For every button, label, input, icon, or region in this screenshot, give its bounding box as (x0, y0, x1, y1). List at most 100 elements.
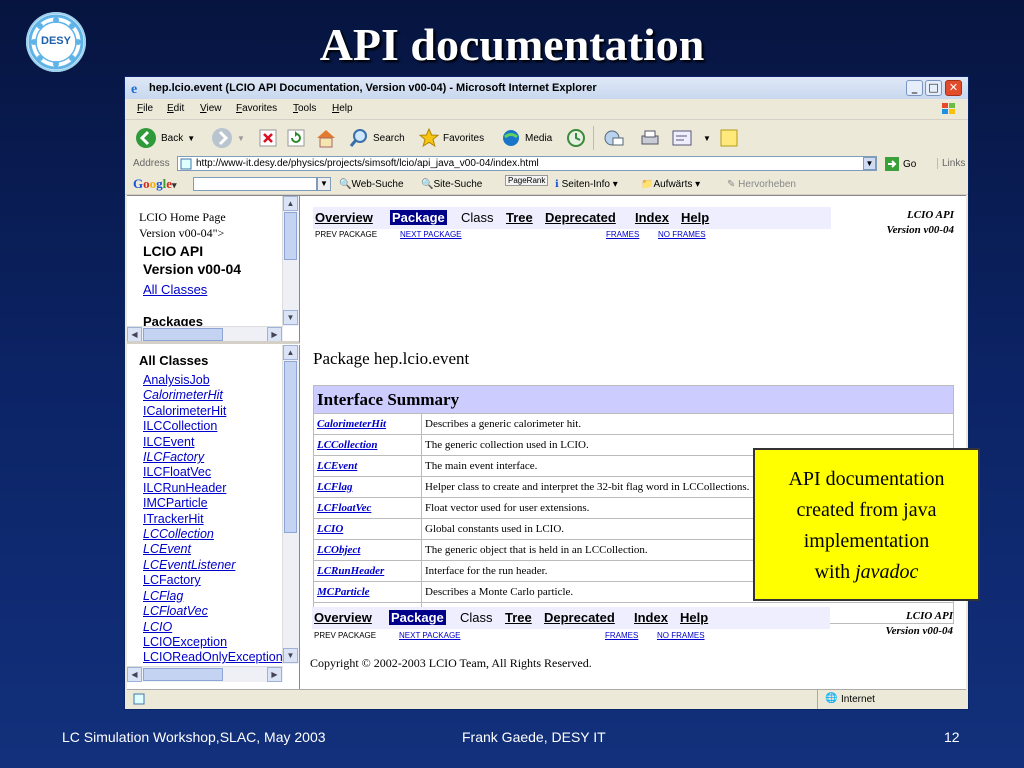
minimize-button[interactable]: _ (906, 80, 923, 96)
class-list-item[interactable]: ILCCollection (143, 419, 283, 434)
site-search-button[interactable]: 🔍Site-Suche (421, 179, 482, 190)
class-list-item[interactable]: ILCEvent (143, 435, 283, 450)
interface-link[interactable]: LCFloatVec (313, 497, 422, 519)
nav-overview-link-bottom[interactable]: Overview (314, 610, 372, 625)
nav-help-link-bottom[interactable]: Help (680, 610, 708, 625)
interface-link[interactable]: LCRunHeader (313, 560, 422, 582)
class-list-item[interactable]: LCFactory (143, 573, 283, 588)
mail-icon[interactable] (603, 128, 625, 148)
nav-overview-link[interactable]: Overview (315, 210, 373, 225)
home-icon[interactable] (315, 128, 337, 148)
scroll-left-icon[interactable]: ◀ (127, 667, 142, 682)
class-list-item[interactable]: ILCRunHeader (143, 481, 283, 496)
edit-icon[interactable] (671, 128, 697, 148)
page-info-button[interactable]: ℹ Seiten-Info ▾ (555, 179, 618, 190)
interface-link[interactable]: CalorimeterHit (313, 413, 422, 435)
google-logo[interactable]: Google▾ (133, 176, 177, 192)
edit-dropdown-icon[interactable]: ▼ (703, 134, 711, 143)
refresh-icon[interactable] (287, 128, 305, 148)
highlight-button[interactable]: ✎ Hervorheben (727, 179, 796, 190)
links-button[interactable]: Links (937, 158, 965, 169)
class-list-item[interactable]: ITrackerHit (143, 512, 283, 527)
class-list-vertical-scrollbar[interactable]: ▲ ▼ (282, 345, 299, 664)
address-input[interactable]: http://www-it.desy.de/physics/projects/s… (177, 156, 877, 171)
interface-link[interactable]: LCObject (313, 539, 422, 561)
interface-link[interactable]: MCParticle (313, 581, 422, 603)
pagerank-indicator[interactable]: PageRank (505, 175, 549, 186)
interface-link[interactable]: LCFlag (313, 476, 422, 498)
google-search-dropdown-icon[interactable]: ▼ (317, 177, 331, 191)
print-icon[interactable] (639, 128, 661, 148)
nav-tree-link[interactable]: Tree (506, 210, 533, 225)
scroll-right-icon[interactable]: ▶ (267, 667, 282, 682)
class-list-horizontal-scrollbar[interactable]: ◀ ▶ (127, 666, 283, 682)
interface-link[interactable]: LCCollection (313, 434, 422, 456)
google-search-input[interactable] (193, 177, 317, 191)
close-button[interactable]: ✕ (945, 80, 962, 96)
frames-link[interactable]: FRAMES (606, 230, 639, 239)
scroll-left-icon[interactable]: ◀ (127, 327, 142, 341)
nav-help-link[interactable]: Help (681, 210, 709, 225)
class-list-item[interactable]: AnalysisJob (143, 373, 283, 388)
back-dropdown-icon[interactable]: ▼ (187, 134, 195, 143)
scroll-up-icon[interactable]: ▲ (283, 345, 298, 360)
class-list-item[interactable]: ICalorimeterHit (143, 404, 283, 419)
nav-deprecated-link[interactable]: Deprecated (545, 210, 616, 225)
class-list-item[interactable]: LCIOException (143, 635, 283, 650)
up-button[interactable]: 📁Aufwärts ▾ (641, 179, 700, 190)
scroll-up-icon[interactable]: ▲ (283, 196, 298, 211)
stop-icon[interactable] (259, 128, 277, 148)
class-list-item[interactable]: LCIO (143, 620, 283, 635)
scroll-down-icon[interactable]: ▼ (283, 310, 298, 325)
next-package-link[interactable]: NEXT PACKAGE (400, 230, 462, 239)
hscroll-thumb[interactable] (143, 328, 223, 341)
maximize-button[interactable]: □ (925, 80, 942, 96)
class-list-item[interactable]: LCIOReadOnlyException (143, 650, 283, 665)
menu-view[interactable]: View (200, 103, 222, 114)
class-list-item[interactable]: LCFloatVec (143, 604, 283, 619)
nav-index-link-bottom[interactable]: Index (634, 610, 668, 625)
hscroll-thumb[interactable] (143, 668, 223, 681)
nav-tree-link-bottom[interactable]: Tree (505, 610, 532, 625)
forward-button[interactable]: ▼ (211, 128, 245, 148)
menu-file[interactable]: File (137, 103, 153, 114)
class-list-item[interactable]: LCEventListener (143, 558, 283, 573)
web-search-button[interactable]: 🔍Web-Suche (339, 179, 404, 190)
menu-help[interactable]: Help (332, 103, 353, 114)
class-list-item[interactable]: IMCParticle (143, 496, 283, 511)
back-button[interactable]: Back ▼ (135, 128, 195, 148)
all-classes-link[interactable]: All Classes (143, 282, 207, 297)
class-list-item[interactable]: ILCFloatVec (143, 465, 283, 480)
note-icon[interactable] (719, 128, 739, 148)
package-list-horizontal-scrollbar[interactable]: ◀ ▶ (127, 326, 283, 341)
address-dropdown-icon[interactable]: ▼ (863, 157, 876, 170)
class-list-item[interactable]: LCEvent (143, 542, 283, 557)
next-package-link-bottom[interactable]: NEXT PACKAGE (399, 631, 461, 640)
frames-link-bottom[interactable]: FRAMES (605, 631, 638, 640)
menu-edit[interactable]: Edit (167, 103, 184, 114)
forward-dropdown-icon[interactable]: ▼ (237, 134, 245, 143)
no-frames-link[interactable]: NO FRAMES (658, 230, 706, 239)
scroll-down-icon[interactable]: ▼ (283, 648, 298, 663)
menu-tools[interactable]: Tools (293, 103, 316, 114)
favorites-button[interactable]: Favorites (419, 128, 484, 148)
interface-link[interactable]: LCEvent (313, 455, 422, 477)
history-icon[interactable] (565, 128, 587, 148)
media-button[interactable]: Media (501, 128, 552, 148)
nav-index-link[interactable]: Index (635, 210, 669, 225)
search-button[interactable]: Search (349, 128, 405, 148)
go-button[interactable]: Go (885, 157, 916, 171)
package-list-vertical-scrollbar[interactable]: ▲ ▼ (282, 196, 299, 326)
no-frames-link-bottom[interactable]: NO FRAMES (657, 631, 705, 640)
class-list-item[interactable]: CalorimeterHit (143, 388, 283, 403)
window-titlebar[interactable]: e hep.lcio.event (LCIO API Documentation… (125, 77, 968, 99)
scroll-thumb[interactable] (284, 361, 297, 533)
class-list-item[interactable]: ILCFactory (143, 450, 283, 465)
scroll-thumb[interactable] (284, 212, 297, 260)
menu-favorites[interactable]: Favorites (236, 103, 277, 114)
class-list-item[interactable]: LCFlag (143, 589, 283, 604)
nav-deprecated-link-bottom[interactable]: Deprecated (544, 610, 615, 625)
class-list-item[interactable]: LCCollection (143, 527, 283, 542)
interface-link[interactable]: LCIO (313, 518, 422, 540)
scroll-right-icon[interactable]: ▶ (267, 327, 282, 341)
